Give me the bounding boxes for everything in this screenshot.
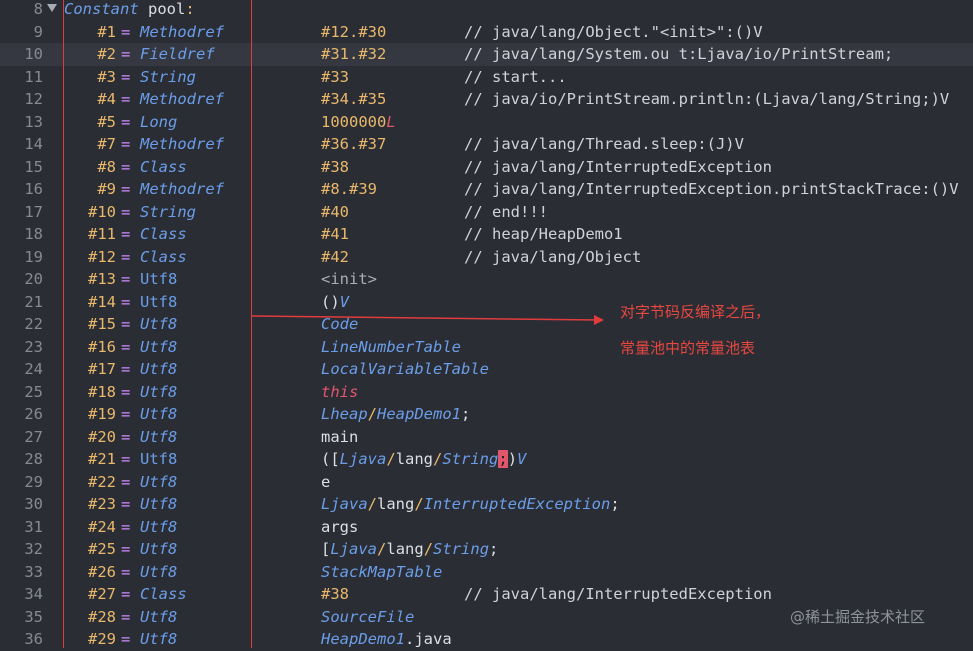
watermark: @稀土掘金技术社区 [790, 608, 926, 626]
annotation-line-1: 对字节码反编译之后， [620, 303, 771, 321]
annotation-line-2: 常量池中的常量池表 [620, 339, 756, 357]
annotation-arrow [251, 315, 604, 325]
